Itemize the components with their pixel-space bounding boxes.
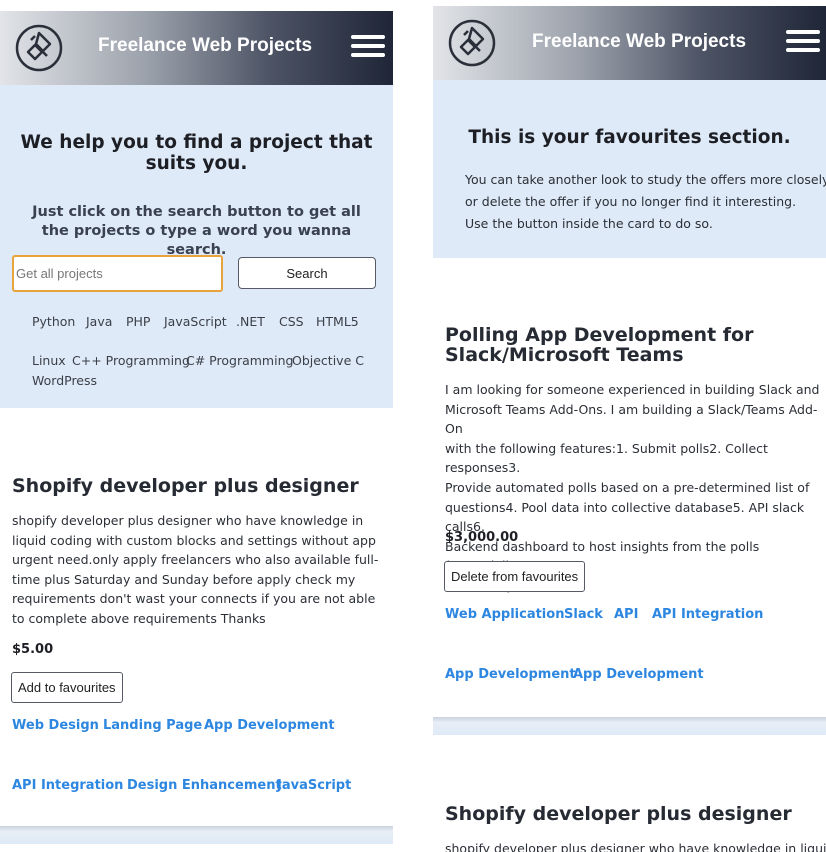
- tag-landing-page[interactable]: Landing Page: [103, 718, 202, 733]
- search-input[interactable]: [12, 255, 223, 292]
- card-title: Shopify developer plus designer: [12, 475, 359, 497]
- favourites-intro: This is your favourites section. You can…: [433, 80, 826, 258]
- favourites-text-line: Use the button inside the card to do so.: [465, 216, 713, 231]
- tag-design-enhancement[interactable]: Design Enhancement: [127, 778, 282, 793]
- card-description-line: Microsoft Teams Add-Ons. I am building a…: [445, 401, 818, 437]
- tag-app-development[interactable]: App Development: [204, 718, 335, 733]
- search-hero: We help you to find a project that suits…: [0, 85, 393, 408]
- tag-javascript[interactable]: JavaScript: [277, 778, 351, 793]
- favourites-page-panel: Freelance Web Projects This is your favo…: [433, 0, 826, 852]
- favourites-text-line: You can take another look to study the o…: [465, 172, 826, 187]
- language-filter-java[interactable]: Java: [86, 314, 112, 329]
- app-title: Freelance Web Projects: [98, 35, 313, 56]
- card-description-line: with the following features:1. Submit po…: [445, 440, 768, 476]
- card-description-line: Provide automated polls based on a pre-d…: [445, 479, 810, 495]
- language-filter-css[interactable]: CSS: [279, 314, 304, 329]
- diamond-logo-icon[interactable]: [448, 19, 496, 67]
- app-header: Freelance Web Projects: [433, 6, 826, 80]
- tag-web-application[interactable]: Web Application: [445, 607, 564, 622]
- language-filter-python[interactable]: Python: [32, 314, 75, 329]
- hamburger-menu-icon[interactable]: [786, 30, 820, 58]
- language-filter-wordpress[interactable]: WordPress: [32, 373, 97, 388]
- language-filter-php[interactable]: PHP: [126, 314, 150, 329]
- language-filter-javascript[interactable]: JavaScript: [164, 314, 227, 329]
- tag-api[interactable]: API: [614, 607, 638, 622]
- search-page-panel: Freelance Web Projects We help you to fi…: [0, 0, 393, 852]
- tag-api-integration[interactable]: API Integration: [652, 607, 763, 622]
- tag-app-development[interactable]: App Development: [573, 667, 704, 682]
- app-title: Freelance Web Projects: [532, 31, 747, 52]
- add-to-favourites-button[interactable]: Add to favourites: [11, 672, 123, 703]
- app-header: Freelance Web Projects: [0, 11, 393, 85]
- card-price: $5.00: [12, 642, 54, 657]
- card-description: shopify developer plus designer who have…: [12, 513, 379, 626]
- hamburger-menu-icon[interactable]: [351, 35, 385, 63]
- hero-subtitle: Just click on the search button to get a…: [32, 204, 361, 258]
- language-filter-dotnet[interactable]: .NET: [236, 314, 265, 329]
- card-description-line: I am looking for someone experienced in …: [445, 382, 820, 397]
- language-filter-objective-c[interactable]: Objective C: [292, 353, 364, 368]
- favourites-text-line: or delete the offer if you no longer fin…: [465, 194, 797, 209]
- hero-title: We help you to find a project that suits…: [20, 132, 373, 174]
- language-filter-cpp[interactable]: C++ Programming: [72, 353, 190, 368]
- diamond-logo-icon[interactable]: [15, 24, 63, 72]
- delete-from-favourites-button[interactable]: Delete from favourites: [444, 561, 586, 592]
- search-button[interactable]: Search: [238, 257, 376, 289]
- card-title: Shopify developer plus designer: [445, 803, 792, 825]
- card-description: shopify developer plus designer who have…: [445, 841, 826, 852]
- favourites-title: This is your favourites section.: [468, 127, 791, 148]
- language-filter-linux[interactable]: Linux: [32, 353, 66, 368]
- language-filter-html5[interactable]: HTML5: [316, 314, 359, 329]
- tag-web-design[interactable]: Web Design: [12, 718, 99, 733]
- language-filter-csharp[interactable]: C# Programming: [186, 353, 293, 368]
- card-price: $3,000.00: [445, 530, 519, 545]
- tag-slack[interactable]: Slack: [564, 607, 603, 622]
- tag-api-integration[interactable]: API Integration: [12, 778, 123, 793]
- card-divider: [0, 826, 393, 844]
- card-divider: [433, 717, 826, 735]
- tag-app-development[interactable]: App Development: [445, 667, 576, 682]
- card-title: Polling App Development for Slack/Micros…: [445, 324, 754, 366]
